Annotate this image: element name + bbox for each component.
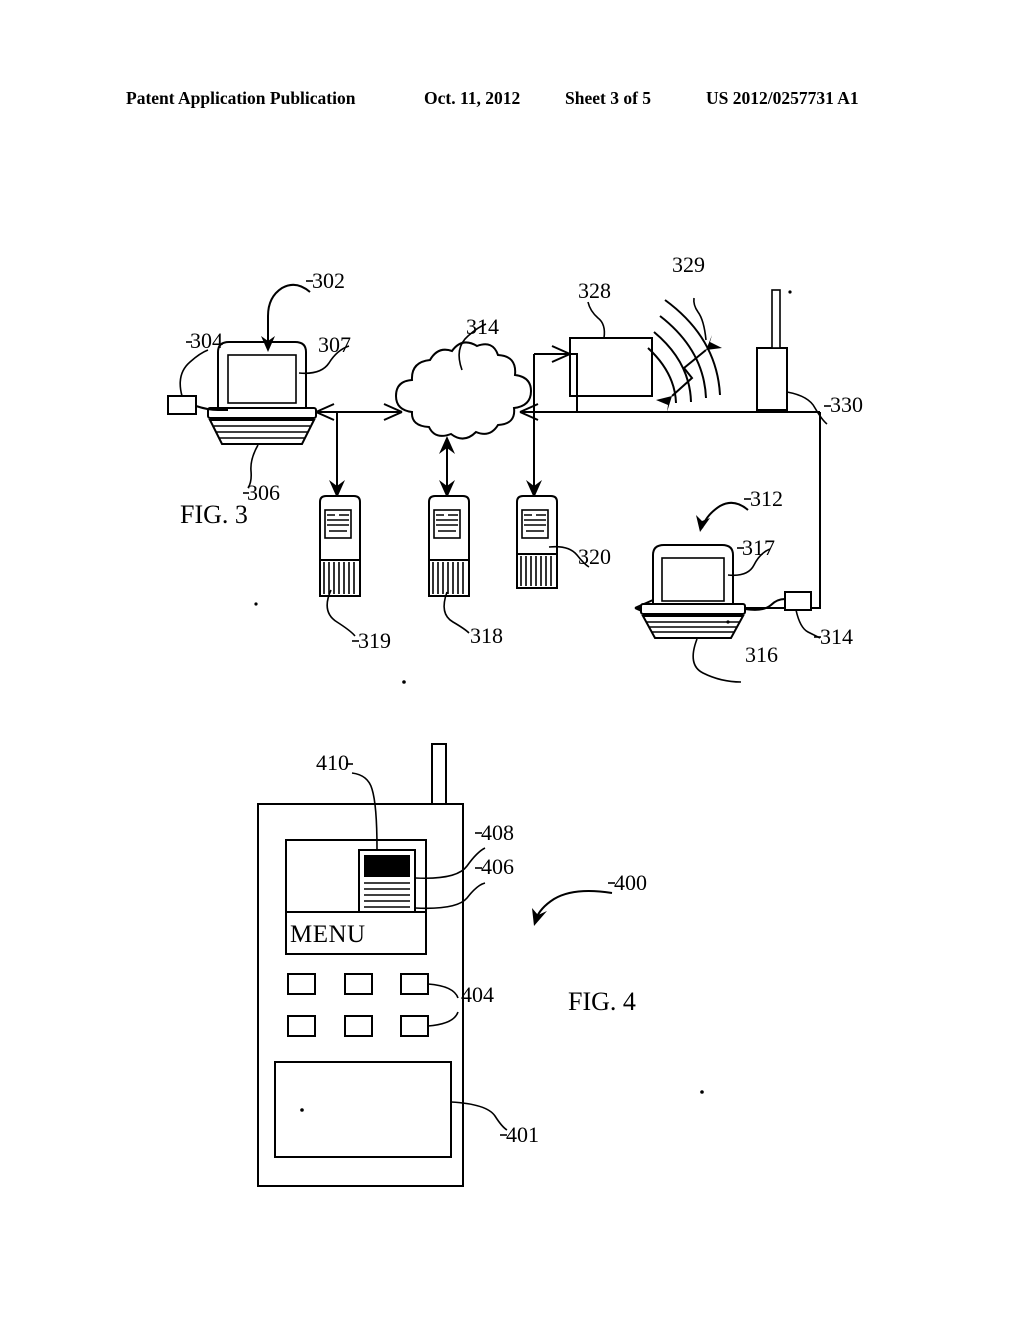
header-date: Oct. 11, 2012	[424, 88, 521, 108]
header-sheet: Sheet 3 of 5	[565, 88, 652, 108]
ref-304: 304	[190, 328, 223, 353]
ref-404: 404	[461, 982, 494, 1007]
keypad-button[interactable]	[344, 973, 373, 995]
ref-328: 328	[578, 278, 611, 303]
keypad-button[interactable]	[400, 1015, 429, 1037]
header-publication: Patent Application Publication	[126, 88, 356, 108]
ref-318: 318	[470, 623, 503, 648]
ref-320: 320	[578, 544, 611, 569]
ref-302: 302	[312, 268, 345, 293]
ref-406: 406	[481, 854, 514, 879]
ref-314-device: 314	[820, 624, 853, 649]
ref-306: 306	[247, 480, 280, 505]
header-patent-number: US 2012/0257731 A1	[706, 88, 859, 108]
keypad-button[interactable]	[400, 973, 429, 995]
keypad-button[interactable]	[344, 1015, 373, 1037]
server-icon-319	[319, 495, 361, 597]
screen-menu-label: MENU	[290, 921, 366, 948]
ref-401: 401	[506, 1122, 539, 1147]
patent-sheet-page: Patent Application Publication Oct. 11, …	[0, 0, 1024, 1320]
keypad-button[interactable]	[287, 1015, 316, 1037]
ref-410: 410	[316, 750, 349, 775]
server-icon-318	[428, 495, 470, 597]
ref-312: 312	[750, 486, 783, 511]
ref-314-cloud: 314	[466, 314, 499, 339]
figure-3: FIG. 3 304 307 306 302 314 328 329 330 3…	[167, 252, 863, 684]
figure-4-label: FIG. 4	[568, 987, 636, 1016]
ref-329: 329	[672, 252, 705, 277]
keypad-button[interactable]	[287, 973, 316, 995]
sheet-header: Patent Application Publication Oct. 11, …	[0, 88, 1024, 114]
ref-408: 408	[481, 820, 514, 845]
ref-400: 400	[614, 870, 647, 895]
figure-4: FIG. 4 MENU 410 408 406 404 401 400	[257, 743, 704, 1187]
figure-3-label: FIG. 3	[180, 500, 248, 529]
ref-317: 317	[742, 535, 775, 560]
ref-307: 307	[318, 332, 351, 357]
ref-316: 316	[745, 642, 778, 667]
ref-330: 330	[830, 392, 863, 417]
ref-319: 319	[358, 628, 391, 653]
server-icon-320	[516, 495, 558, 589]
